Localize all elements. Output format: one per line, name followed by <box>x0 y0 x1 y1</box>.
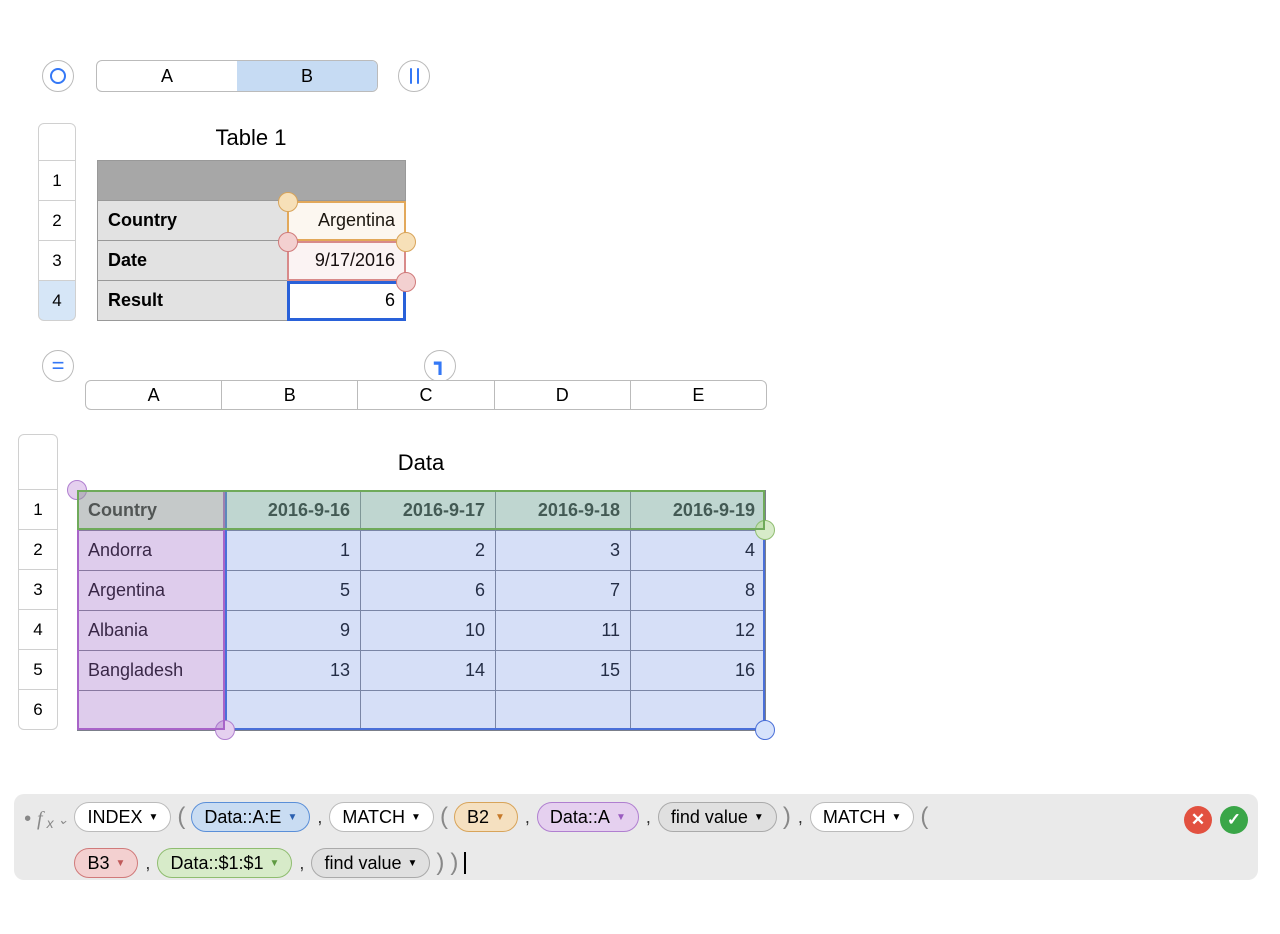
table1-title: Table 1 <box>97 125 405 151</box>
token-data-ae[interactable]: Data::A:E▼ <box>191 802 310 832</box>
data-hdr-c1[interactable]: 2016-9-16 <box>226 491 361 531</box>
table1-rowhdr-1[interactable]: 1 <box>38 161 76 201</box>
token-find-value-2[interactable]: find value▼ <box>311 848 430 878</box>
colhdr-a[interactable]: A <box>86 381 222 409</box>
corner-icon: ┓ <box>434 351 446 376</box>
table1-rowhdr-2[interactable]: 2 <box>38 201 76 241</box>
corner-button[interactable]: ┓ <box>424 350 456 382</box>
table1-rowhdr-3[interactable]: 3 <box>38 241 76 281</box>
pause-icon <box>417 68 419 84</box>
colhdr-b[interactable]: B <box>222 381 358 409</box>
token-match-1[interactable]: MATCH▼ <box>329 802 434 832</box>
colhdr-d[interactable]: D <box>495 381 631 409</box>
token-find-value-1[interactable]: find value▼ <box>658 802 777 832</box>
circle-ring-button[interactable] <box>42 60 74 92</box>
col-tab-a[interactable]: A <box>97 61 237 91</box>
range-handle-purple-br[interactable] <box>215 720 235 740</box>
data-rowhdr-5[interactable]: 5 <box>18 650 58 690</box>
table1-rowhdr-4[interactable]: 4 <box>38 281 76 321</box>
table-row: Andorra 1 2 3 4 <box>78 531 766 571</box>
data-hdr-c2[interactable]: 2016-9-17 <box>361 491 496 531</box>
formula-bar[interactable]: •fx⌄ INDEX▼ ( Data::A:E▼ , MATCH▼ ( B2▼ … <box>14 794 1258 880</box>
table1-label-date[interactable]: Date <box>98 241 288 281</box>
comma: , <box>144 853 151 874</box>
close-icon: ✕ <box>1191 810 1205 830</box>
table1-rowhdr-corner[interactable] <box>38 123 76 161</box>
data-column-headers[interactable]: A B C D E <box>85 380 767 410</box>
token-b2[interactable]: B2▼ <box>454 802 518 832</box>
data-rowhdr-corner[interactable] <box>18 434 58 490</box>
data-rowhdr-6[interactable]: 6 <box>18 690 58 730</box>
equals-button[interactable]: = <box>42 350 74 382</box>
pause-button[interactable] <box>398 60 430 92</box>
data-rowhdr-1[interactable]: 1 <box>18 490 58 530</box>
confirm-button[interactable]: ✓ <box>1220 806 1248 834</box>
range-handle-purple-tl[interactable] <box>67 480 87 500</box>
table-row: Albania 9 10 11 12 <box>78 611 766 651</box>
paren-open: ( <box>440 803 448 831</box>
comma: , <box>298 853 305 874</box>
table1-value-country[interactable]: Argentina <box>288 201 406 241</box>
comma: , <box>316 807 323 828</box>
drag-handle-right-pink[interactable] <box>396 272 416 292</box>
comma: , <box>524 807 531 828</box>
colhdr-c[interactable]: C <box>358 381 494 409</box>
table1[interactable]: Country Argentina Date 9/17/2016 Result … <box>97 160 406 321</box>
paren-close: ) <box>450 849 458 877</box>
paren-close: ) <box>436 849 444 877</box>
text-cursor <box>464 852 466 874</box>
data-table[interactable]: Country 2016-9-16 2016-9-17 2016-9-18 20… <box>77 490 766 731</box>
range-handle-blue-br[interactable] <box>755 720 775 740</box>
paren-open: ( <box>177 803 185 831</box>
data-rowhdr-2[interactable]: 2 <box>18 530 58 570</box>
col-tab-b[interactable]: B <box>237 61 377 91</box>
token-match-2[interactable]: MATCH▼ <box>810 802 915 832</box>
formula-tokens[interactable]: INDEX▼ ( Data::A:E▼ , MATCH▼ ( B2▼ , Dat… <box>74 802 1178 878</box>
table-row: Bangladesh 13 14 15 16 <box>78 651 766 691</box>
table1-value-result[interactable]: 6 <box>288 281 406 321</box>
table-row <box>78 691 766 731</box>
cancel-button[interactable]: ✕ <box>1184 806 1212 834</box>
comma: , <box>797 807 804 828</box>
table1-value-date[interactable]: 9/17/2016 <box>288 241 406 281</box>
table1-label-country[interactable]: Country <box>98 201 288 241</box>
ring-icon <box>50 68 66 84</box>
range-handle-green-r[interactable] <box>755 520 775 540</box>
paren-close: ) <box>783 803 791 831</box>
pause-icon <box>410 68 412 84</box>
data-rowhdr-4[interactable]: 4 <box>18 610 58 650</box>
paren-open: ( <box>920 803 928 831</box>
check-icon: ✓ <box>1227 810 1241 830</box>
drag-handle-right-orange[interactable] <box>396 232 416 252</box>
column-selector-ab[interactable]: A B <box>96 60 378 92</box>
table1-label-result[interactable]: Result <box>98 281 288 321</box>
token-data-a[interactable]: Data::A▼ <box>537 802 639 832</box>
drag-handle-top[interactable] <box>278 192 298 212</box>
colhdr-e[interactable]: E <box>631 381 766 409</box>
data-title: Data <box>77 450 765 476</box>
data-hdr-c3[interactable]: 2016-9-18 <box>496 491 631 531</box>
token-index[interactable]: INDEX▼ <box>74 802 171 832</box>
comma: , <box>645 807 652 828</box>
token-data-row1[interactable]: Data::$1:$1▼ <box>157 848 292 878</box>
table-row: Argentina 5 6 7 8 <box>78 571 766 611</box>
drag-handle-left-pink[interactable] <box>278 232 298 252</box>
data-rowhdr-3[interactable]: 3 <box>18 570 58 610</box>
token-b3[interactable]: B3▼ <box>74 848 138 878</box>
data-hdr-c4[interactable]: 2016-9-19 <box>631 491 766 531</box>
table1-header-row[interactable] <box>98 161 406 201</box>
data-hdr-country[interactable]: Country <box>78 491 226 531</box>
fx-label: •fx⌄ <box>24 802 68 831</box>
